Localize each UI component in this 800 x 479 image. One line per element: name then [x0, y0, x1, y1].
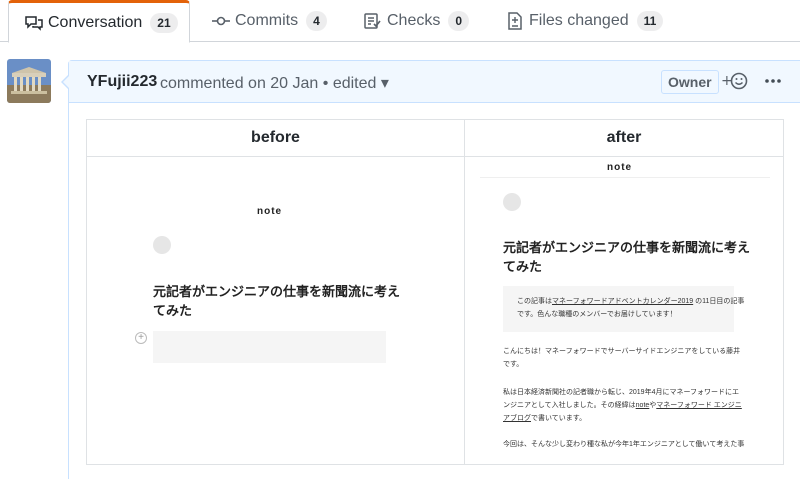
image-placeholder-icon — [503, 193, 521, 211]
tab-files-changed-label: Files changed — [529, 12, 629, 29]
smiley-icon[interactable]: + — [721, 70, 749, 97]
advent-calendar-link[interactable]: マネーフォワードアドベントカレンダー2019 — [552, 298, 693, 305]
column-divider — [464, 120, 465, 464]
tab-checks[interactable]: Checks 0 — [364, 0, 470, 42]
comment-header: YFujii223 commented on 20 Jan • edited ▾… — [69, 61, 800, 103]
tab-bar: Conversation 21 Commits 4 Checks 0 Files… — [0, 0, 800, 43]
advent-calendar-box: この記事はマネーフォワードアドベントカレンダー2019 の11日目の記事 です。… — [503, 286, 744, 332]
paragraph: こんにちは！マネーフォワードでサーバーサイドエンジニアをしている藤井 です。 — [503, 348, 741, 368]
engineer-blog-link[interactable]: アブログ — [503, 415, 531, 422]
commit-icon — [212, 12, 230, 30]
before-header: before — [87, 120, 464, 157]
tab-checks-label: Checks — [387, 12, 441, 29]
note-logo: note — [257, 206, 283, 217]
avatar[interactable] — [7, 59, 51, 103]
article-title: 元記者がエンジニアの仕事を新聞流に考え てみた — [503, 240, 751, 274]
checklist-icon — [364, 12, 382, 30]
image-placeholder-icon — [153, 236, 171, 254]
add-block-icon[interactable]: + — [135, 332, 147, 344]
tab-checks-count: 0 — [448, 11, 470, 31]
tab-commits-count: 4 — [306, 11, 327, 31]
paragraph: 私は日本経済新聞社の記者職から転じ、2019年4月にマネーフォワードにエ ンジニ… — [503, 389, 742, 422]
engineer-blog-link[interactable]: マネーフォワード エンジニ — [656, 402, 742, 409]
tab-conversation[interactable]: Conversation 21 — [8, 0, 190, 43]
tab-files-changed-count: 11 — [636, 11, 664, 31]
file-diff-icon — [506, 12, 524, 30]
tab-commits[interactable]: Commits 4 — [212, 0, 327, 42]
tab-conversation-label: Conversation — [48, 13, 143, 31]
conversation-icon — [25, 14, 43, 32]
kebab-icon[interactable] — [764, 67, 782, 94]
comment-author[interactable]: YFujii223 — [87, 73, 157, 91]
after-header: after — [465, 120, 783, 157]
tab-files-changed[interactable]: Files changed 11 — [506, 0, 664, 42]
comment-meta[interactable]: commented on 20 Jan • edited ▾ — [160, 73, 389, 93]
tab-commits-label: Commits — [235, 12, 299, 29]
paragraph: 今回は、そんな少し変わり種な私が今年1年エンジニアとして働いて考えた事 — [503, 441, 745, 448]
note-link[interactable]: note — [636, 402, 650, 409]
article-title: 元記者がエンジニアの仕事を新聞流に考え てみた — [153, 284, 401, 318]
note-logo: note — [607, 162, 633, 173]
owner-badge: Owner — [661, 70, 719, 94]
tab-conversation-count: 21 — [150, 12, 178, 33]
comparison-table: before after note 元記者がエンジニアの仕事を新聞流に考え てみ… — [86, 119, 784, 465]
editor-empty-block[interactable] — [153, 331, 386, 363]
